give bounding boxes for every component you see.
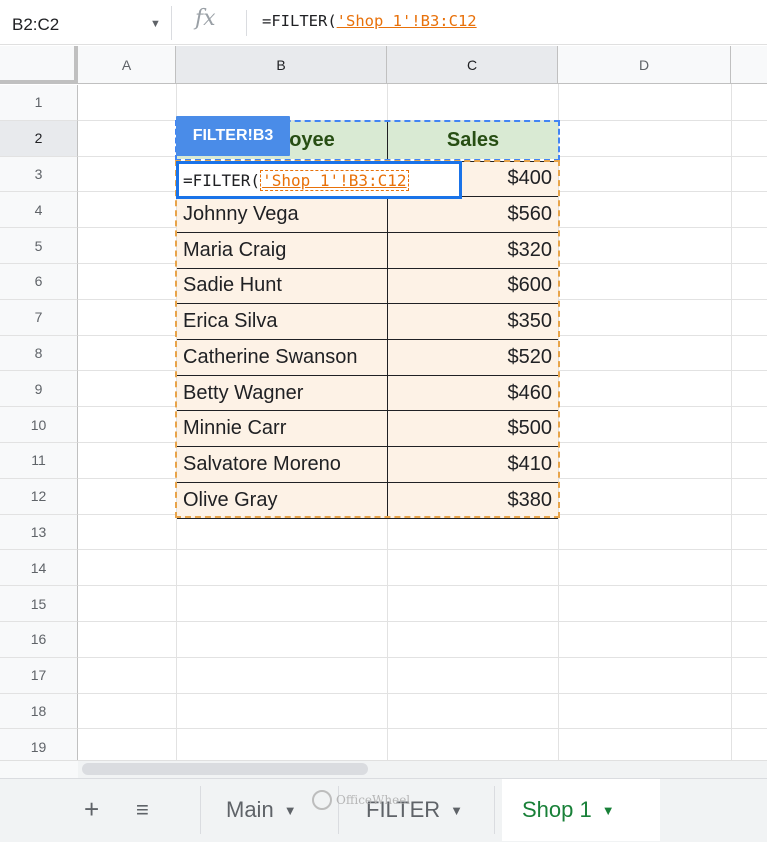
gridline xyxy=(731,84,732,760)
name-box-value[interactable]: B2:C2 xyxy=(12,15,59,35)
table-border xyxy=(177,517,558,519)
formula-bar: B2:C2 ▼ fx =FILTER('Shop 1'!B3:C12 xyxy=(0,0,767,45)
chevron-down-icon[interactable]: ▼ xyxy=(450,803,463,818)
tab-divider xyxy=(494,786,495,834)
table-cell-sales[interactable]: $600 xyxy=(388,268,558,304)
sheet-tab-label: Shop 1 xyxy=(522,797,592,822)
row-header-13[interactable]: 13 xyxy=(0,514,78,551)
add-sheet-icon[interactable]: + xyxy=(84,794,99,825)
cell-editor[interactable]: =FILTER('Shop 1'!B3:C12 xyxy=(176,161,462,199)
table-cell-sales[interactable]: $350 xyxy=(388,303,558,340)
row-header-6[interactable]: 6 xyxy=(0,264,78,300)
column-header-a[interactable]: A xyxy=(78,46,176,84)
gridline xyxy=(558,84,559,760)
column-header-e[interactable] xyxy=(731,46,767,84)
watermark: OfficeWheel xyxy=(312,790,410,810)
chevron-down-icon[interactable]: ▼ xyxy=(284,803,297,818)
table-cell-employee[interactable]: Salvatore Moreno xyxy=(177,446,387,483)
watermark-text: OfficeWheel xyxy=(336,793,411,807)
gridline xyxy=(78,549,767,551)
row-header-15[interactable]: 15 xyxy=(0,586,78,622)
chevron-down-icon[interactable]: ▼ xyxy=(150,18,161,30)
table-cell-sales[interactable]: $500 xyxy=(388,410,558,447)
row-header-9[interactable]: 9 xyxy=(0,371,78,408)
select-all-corner[interactable] xyxy=(0,46,78,84)
row-header-2[interactable]: 2 xyxy=(0,120,78,157)
sheet-tab-shop-1[interactable]: Shop 1 ▼ xyxy=(502,779,660,841)
gridline xyxy=(78,692,767,694)
column-header-c[interactable]: C xyxy=(387,46,558,84)
all-sheets-icon[interactable]: ≡ xyxy=(136,797,149,823)
table-cell-employee[interactable]: Erica Silva xyxy=(177,303,387,340)
column-header-b[interactable]: B xyxy=(176,46,387,84)
sheet-tab-label: Main xyxy=(226,797,274,822)
name-box[interactable]: B2:C2 ▼ xyxy=(0,6,172,40)
range-reference-chip: FILTER!B3 xyxy=(176,116,290,156)
gridline xyxy=(78,656,767,658)
row-header-16[interactable]: 16 xyxy=(0,622,78,658)
watermark-logo-icon xyxy=(312,790,332,810)
formula-range-ref: 'Shop 1'!B3:C12 xyxy=(336,12,477,30)
chevron-down-icon[interactable]: ▼ xyxy=(602,803,615,818)
column-header-d[interactable]: D xyxy=(558,46,731,84)
gridline xyxy=(78,728,767,730)
table-cell-employee[interactable]: Maria Craig xyxy=(177,232,387,269)
row-header-5[interactable]: 5 xyxy=(0,228,78,264)
row-header-17[interactable]: 17 xyxy=(0,657,78,694)
formula-input[interactable]: =FILTER('Shop 1'!B3:C12 xyxy=(262,12,477,30)
row-header-14[interactable]: 14 xyxy=(0,550,78,587)
horizontal-scrollbar-thumb[interactable] xyxy=(82,763,368,775)
row-header-4[interactable]: 4 xyxy=(0,192,78,229)
table-cell-sales[interactable]: $520 xyxy=(388,339,558,376)
cell-editor-range-ref: 'Shop 1'!B3:C12 xyxy=(260,169,409,191)
row-header-18[interactable]: 18 xyxy=(0,693,78,730)
table-border xyxy=(177,339,558,340)
cell-editor-prefix: =FILTER( xyxy=(183,170,261,190)
table-cell-employee[interactable]: Catherine Swanson xyxy=(177,339,387,376)
table-border xyxy=(177,231,558,233)
table-border xyxy=(177,267,558,269)
table-cell-employee[interactable]: Minnie Carr xyxy=(177,410,387,447)
row-header-1[interactable]: 1 xyxy=(0,85,78,121)
gridline xyxy=(78,621,767,622)
table-cell-employee[interactable]: Olive Gray xyxy=(177,482,387,518)
table-border xyxy=(177,446,558,448)
row-header-12[interactable]: 12 xyxy=(0,478,78,515)
table-border xyxy=(177,303,558,305)
table-border xyxy=(177,481,558,483)
sheet-tab-filter[interactable]: FILTER ▼ xyxy=(346,779,483,841)
fx-icon: fx xyxy=(195,6,216,31)
table-header-sales[interactable]: Sales xyxy=(388,121,558,159)
row-header-7[interactable]: 7 xyxy=(0,299,78,336)
sheet-tab-main[interactable]: Main ▼ xyxy=(206,779,317,841)
table-cell-sales[interactable]: $410 xyxy=(388,446,558,483)
table-cell-employee[interactable]: Betty Wagner xyxy=(177,375,387,411)
formula-separator xyxy=(246,10,247,36)
table-header-employee-text: oyee xyxy=(289,128,335,151)
scroll-corner xyxy=(0,760,78,778)
row-header-10[interactable]: 10 xyxy=(0,407,78,443)
row-header-11[interactable]: 11 xyxy=(0,443,78,479)
formula-prefix: =FILTER( xyxy=(262,12,337,30)
table-cell-sales[interactable]: $320 xyxy=(388,232,558,269)
table-cell-sales[interactable]: $460 xyxy=(388,375,558,411)
table-cell-employee[interactable]: Johnny Vega xyxy=(177,196,387,233)
table-cell-sales[interactable]: $380 xyxy=(388,482,558,518)
row-header-8[interactable]: 8 xyxy=(0,335,78,372)
table-cell-employee[interactable]: Sadie Hunt xyxy=(177,268,387,304)
table-border xyxy=(177,410,558,412)
gridline xyxy=(78,585,767,587)
tab-divider xyxy=(200,786,201,834)
table-cell-sales[interactable]: $560 xyxy=(388,196,558,233)
table-border xyxy=(177,374,558,376)
row-header-3[interactable]: 3 xyxy=(0,156,78,193)
